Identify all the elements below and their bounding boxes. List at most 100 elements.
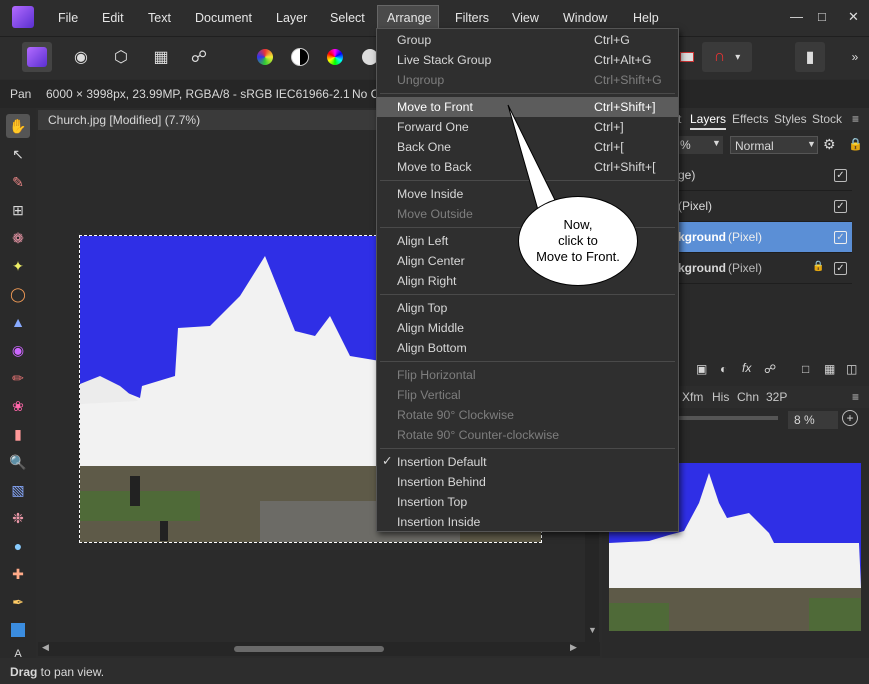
menu-item-label: Move to Back (397, 160, 472, 174)
menu-item-insertion-inside[interactable]: Insertion Inside (377, 512, 678, 532)
blur-brush-icon[interactable]: ● (8, 536, 28, 556)
opacity-field[interactable]: % ▼ (678, 136, 723, 154)
erase-brush-icon[interactable]: ▮ (8, 424, 28, 444)
menu-item-label: Align Middle (397, 321, 464, 335)
menu-arrange[interactable]: Arrange (387, 11, 431, 25)
menu-item-flip-vertical: Flip Vertical (377, 385, 678, 405)
menu-file[interactable]: File (58, 11, 78, 25)
layer-type: (Pixel) (728, 261, 763, 275)
patch-tool-icon[interactable]: ✚ (8, 564, 28, 584)
horizontal-scroll-thumb[interactable] (234, 646, 384, 652)
tab-stock[interactable]: Stock (812, 112, 842, 126)
tab-history[interactable]: His (712, 390, 729, 404)
zoom-slider[interactable] (678, 416, 778, 420)
scroll-left-icon[interactable]: ◀ (42, 642, 49, 653)
menu-item-live-stack-group[interactable]: Live Stack Group Ctrl+Alt+G (377, 50, 678, 70)
layer-visibility-checkbox[interactable]: ✓ (834, 200, 847, 213)
folder-icon[interactable]: □ (802, 362, 809, 376)
menu-text[interactable]: Text (148, 11, 171, 25)
clone-brush-icon[interactable]: ▧ (8, 480, 28, 500)
persona-liquify-icon[interactable]: ◉ (66, 42, 96, 72)
panel-menu-icon[interactable]: ≡ (852, 390, 859, 404)
color-replacement-icon[interactable]: ❀ (8, 396, 28, 416)
mask-icon[interactable]: ▣ (696, 362, 707, 376)
menu-item-label: Move Outside (397, 207, 473, 221)
menu-item-align-middle[interactable]: Align Middle (377, 318, 678, 338)
menu-view[interactable]: View (512, 11, 539, 25)
pen-tool-icon[interactable]: ✒ (8, 592, 28, 612)
persona-tone-map-icon[interactable]: ▦ (146, 42, 176, 72)
menu-item-align-right[interactable]: Align Right (377, 271, 678, 291)
tab-32p[interactable]: 32P (766, 390, 787, 404)
minimize-icon[interactable]: — (790, 9, 803, 24)
scroll-right-icon[interactable]: ▶ (570, 642, 577, 653)
live-filter-icon[interactable]: ☍ (764, 362, 776, 376)
healing-brush-icon[interactable]: ❉ (8, 508, 28, 528)
freehand-selection-icon[interactable]: ◯ (8, 284, 28, 304)
tab-channels[interactable]: Chn (737, 390, 759, 404)
panel-menu-icon[interactable]: ≡ (852, 112, 859, 126)
menu-item-rotate-90-counter-clockwise: Rotate 90° Counter-clockwise (377, 425, 678, 445)
menu-layer[interactable]: Layer (276, 11, 307, 25)
scroll-down-icon[interactable]: ▼ (588, 625, 597, 635)
menu-window[interactable]: Window (563, 11, 607, 25)
tab-styles[interactable]: Styles (774, 112, 807, 126)
zoom-field[interactable]: 8 % (788, 411, 838, 429)
status-text-bold: Drag (10, 665, 38, 679)
flood-fill-icon[interactable]: ▲ (8, 312, 28, 332)
tab-transform[interactable]: Xfm (682, 390, 703, 404)
rectangle-tool-icon[interactable] (8, 620, 28, 640)
color-picker-tool-icon[interactable]: ✎ (8, 172, 28, 192)
dodge-brush-icon[interactable]: 🔍 (8, 452, 28, 472)
layer-visibility-checkbox[interactable]: ✓ (834, 231, 847, 244)
menu-item-shortcut: Ctrl+Shift+G (594, 73, 662, 87)
paint-brush-icon[interactable]: ✏ (8, 368, 28, 388)
layer-visibility-checkbox[interactable]: ✓ (834, 169, 847, 182)
persona-develop-icon[interactable]: ⬡ (106, 42, 136, 72)
document-info: 6000 × 3998px, 23.99MP, RGBA/8 - sRGB IE… (46, 87, 350, 101)
gradient-tool-icon[interactable]: ◉ (8, 340, 28, 360)
move-tool-icon[interactable]: ↖ (8, 144, 28, 164)
horizontal-scrollbar[interactable]: ◀ ▶ (38, 642, 600, 656)
auto-colors-icon[interactable] (320, 42, 350, 72)
magnet-snapping-icon[interactable]: ∩ ▾ (702, 42, 752, 72)
layer-lock-icon[interactable]: 🔒 (812, 261, 824, 272)
menu-edit[interactable]: Edit (102, 11, 124, 25)
pan-tool-icon[interactable]: ✋ (6, 114, 30, 138)
persona-photo-icon[interactable] (22, 42, 52, 72)
menu-item-align-top[interactable]: Align Top (377, 298, 678, 318)
adjustment-icon[interactable]: ◐ (720, 362, 727, 376)
pixel-layer-icon[interactable]: ▦ (824, 362, 835, 376)
menu-select[interactable]: Select (330, 11, 365, 25)
menu-item-align-bottom[interactable]: Align Bottom (377, 338, 678, 358)
menu-item-insertion-top[interactable]: Insertion Top (377, 492, 678, 512)
persona-export-icon[interactable]: ☍ (184, 42, 214, 72)
menu-help[interactable]: Help (633, 11, 659, 25)
layer-visibility-checkbox[interactable]: ✓ (834, 262, 847, 275)
tab-effects[interactable]: Effects (732, 112, 768, 126)
maximize-icon[interactable]: □ (818, 9, 826, 24)
toolbar-overflow-icon[interactable]: » (840, 42, 869, 72)
menu-item-label: Ungroup (397, 73, 445, 87)
gear-icon[interactable]: ⚙ (823, 136, 836, 153)
menu-item-insertion-behind[interactable]: Insertion Behind (377, 472, 678, 492)
menu-filters[interactable]: Filters (455, 11, 489, 25)
assistant-icon[interactable]: ▮ (795, 42, 825, 72)
menu-item-group[interactable]: Group Ctrl+G (377, 30, 678, 50)
blend-mode-select[interactable]: Normal ▼ (730, 136, 818, 154)
auto-contrast-icon[interactable] (285, 42, 315, 72)
auto-levels-icon[interactable] (250, 42, 280, 72)
tab-layers[interactable]: Layers (690, 112, 727, 130)
flood-select-icon[interactable]: ✦ (8, 256, 28, 276)
menu-item-rotate-90-clockwise: Rotate 90° Clockwise (377, 405, 678, 425)
crop-tool-icon[interactable]: ⊞ (8, 200, 28, 220)
menu-document[interactable]: Document (195, 11, 252, 25)
fx-icon[interactable]: fx (742, 361, 751, 375)
selection-brush-icon[interactable]: ❁ (8, 228, 28, 248)
lock-icon[interactable]: 🔒 (848, 137, 863, 151)
trash-icon[interactable]: ◫ (846, 362, 857, 376)
zoom-in-icon[interactable]: + (842, 410, 858, 426)
status-text-rest: to pan view. (37, 665, 105, 679)
close-icon[interactable]: ✕ (848, 9, 859, 25)
menu-item-insertion-default[interactable]: ✓ Insertion Default (377, 452, 678, 472)
